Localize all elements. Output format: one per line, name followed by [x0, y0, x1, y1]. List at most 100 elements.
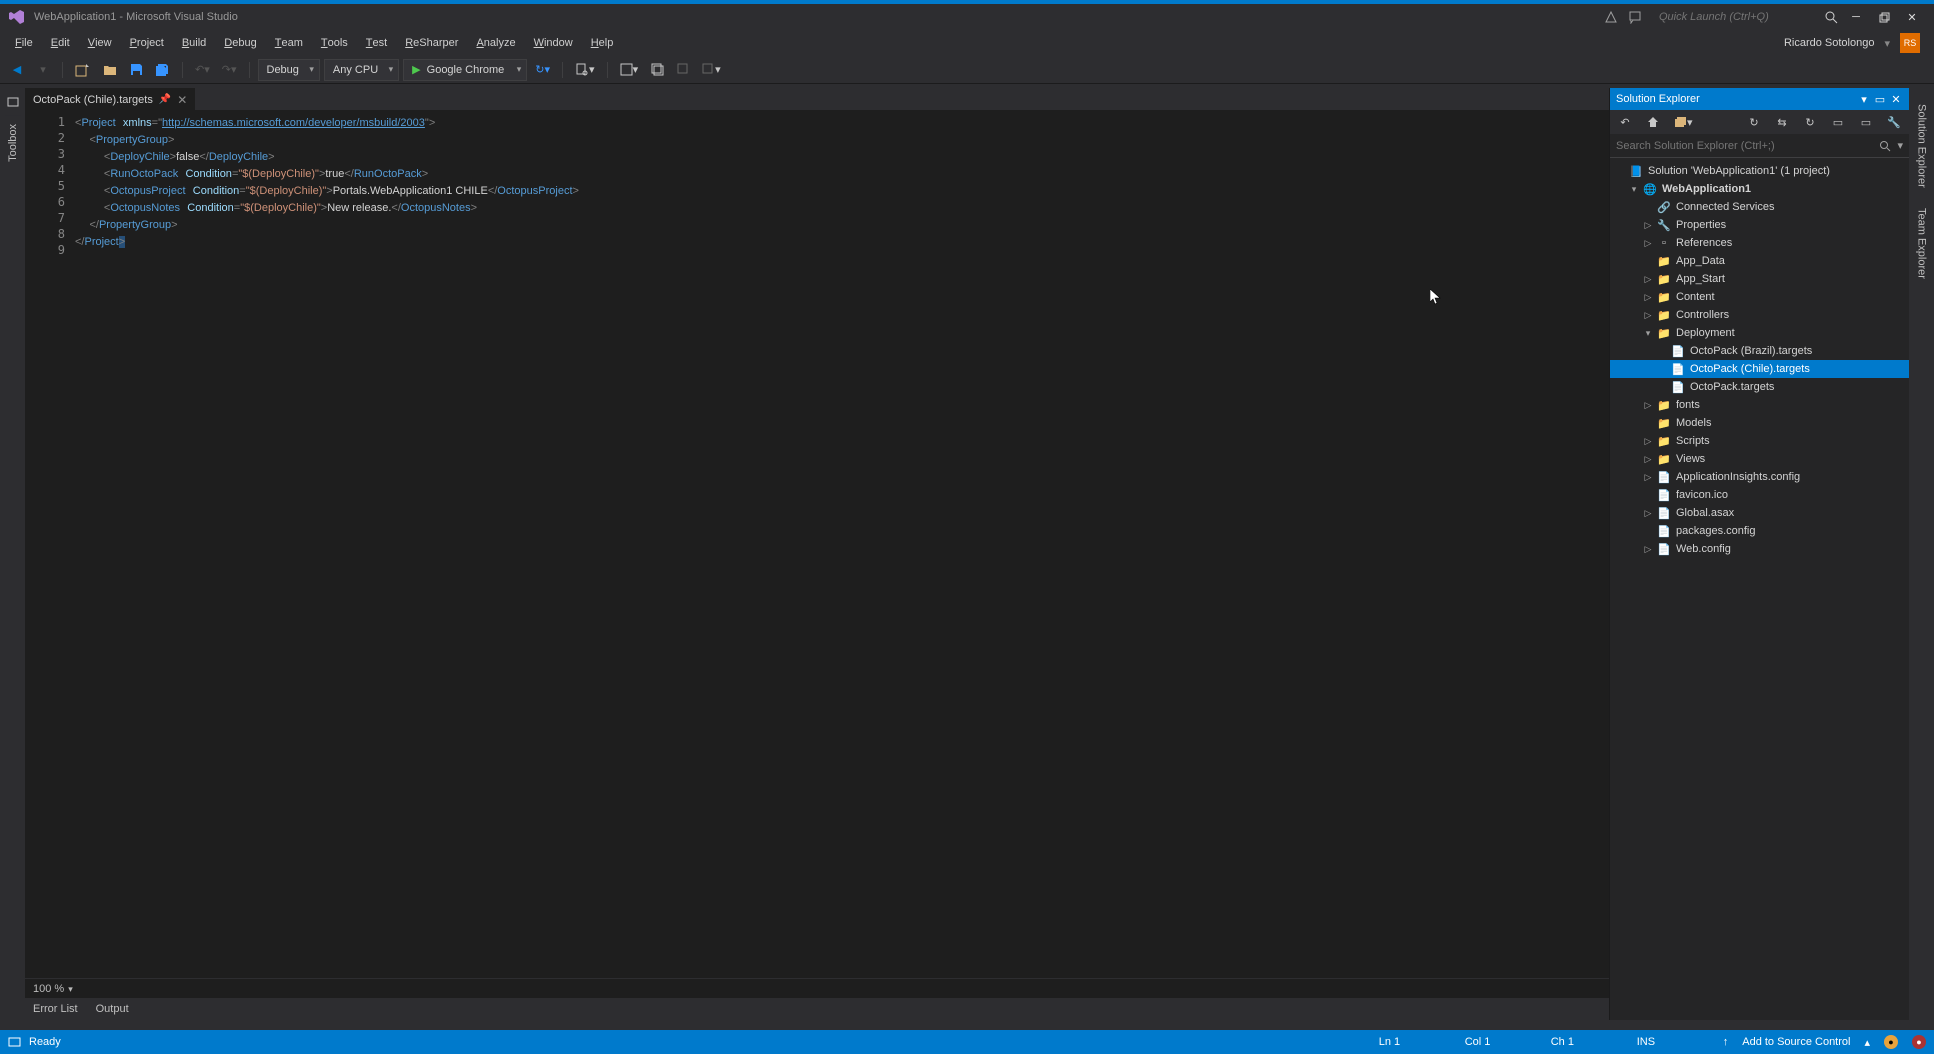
expander-icon[interactable]: ▷ [1642, 292, 1654, 303]
feedback-icon[interactable] [1624, 6, 1646, 28]
undo-button[interactable]: ↶▾ [191, 59, 214, 81]
status-badge-error[interactable]: ● [1912, 1035, 1926, 1049]
tree-item-content[interactable]: ▷📁Content [1610, 288, 1909, 306]
solution-search-input[interactable] [1616, 140, 1873, 152]
tree-item-fonts[interactable]: ▷📁fonts [1610, 396, 1909, 414]
menu-test[interactable]: Test [357, 30, 396, 56]
close-button[interactable]: ✕ [1898, 6, 1926, 28]
menu-resharper[interactable]: ReSharper [396, 30, 467, 56]
solution-root[interactable]: 📘Solution 'WebApplication1' (1 project) [1610, 162, 1909, 180]
solution-explorer-rail-tab[interactable]: Solution Explorer [1914, 96, 1930, 196]
sol-sync-icon[interactable]: ▾ [1670, 111, 1697, 133]
start-button[interactable]: ▶Google Chrome [403, 59, 527, 81]
nav-fwd-button[interactable]: ▾ [32, 59, 54, 81]
bottom-tab-output[interactable]: Output [96, 1003, 129, 1015]
tree-item-octopack-chile-targets[interactable]: 📄OctoPack (Chile).targets [1610, 360, 1909, 378]
source-control-up-icon[interactable]: ↑ [1723, 1036, 1729, 1048]
save-all-button[interactable] [151, 59, 174, 81]
panel-pin-icon[interactable]: ▭ [1873, 93, 1887, 106]
menu-team[interactable]: Team [266, 30, 312, 56]
tb-icon-4[interactable]: ▾ [698, 59, 725, 81]
tree-item-models[interactable]: 📁Models [1610, 414, 1909, 432]
code-body[interactable]: <Project xmlns="http://schemas.microsoft… [75, 110, 1609, 978]
status-badge-warn[interactable]: ● [1884, 1035, 1898, 1049]
menu-view[interactable]: View [79, 30, 121, 56]
quick-launch-search-icon[interactable] [1820, 6, 1842, 28]
tree-item-favicon-ico[interactable]: 📄favicon.ico [1610, 486, 1909, 504]
menu-analyze[interactable]: Analyze [467, 30, 524, 56]
minimize-button[interactable]: ─ [1842, 6, 1870, 28]
zoom-dropdown[interactable]: 100 % [33, 983, 73, 995]
tree-item-octopack-brazil-targets[interactable]: 📄OctoPack (Brazil).targets [1610, 342, 1909, 360]
menu-project[interactable]: Project [121, 30, 173, 56]
sol-collapse-icon[interactable]: ⇆ [1771, 111, 1793, 133]
search-icon[interactable] [1879, 140, 1891, 152]
tree-item-web-config[interactable]: ▷📄Web.config [1610, 540, 1909, 558]
nav-back-button[interactable]: ◀ [6, 59, 28, 81]
expander-icon[interactable]: ▷ [1642, 508, 1654, 519]
expander-icon[interactable]: ▾ [1628, 184, 1640, 195]
bottom-tab-error-list[interactable]: Error List [33, 1003, 78, 1015]
tab-octopack-chile[interactable]: OctoPack (Chile).targets 📌 ✕ [25, 88, 195, 110]
expander-icon[interactable]: ▾ [1642, 328, 1654, 339]
tree-item-references[interactable]: ▷▫References [1610, 234, 1909, 252]
menu-tools[interactable]: Tools [312, 30, 357, 56]
user-avatar[interactable]: RS [1900, 33, 1920, 53]
expander-icon[interactable]: ▷ [1642, 238, 1654, 249]
config-dropdown[interactable]: Debug [258, 59, 320, 81]
sol-home-icon[interactable] [1642, 111, 1664, 133]
expander-icon[interactable]: ▷ [1642, 220, 1654, 231]
notifications-icon[interactable] [1600, 6, 1622, 28]
close-tab-icon[interactable]: ✕ [177, 93, 187, 107]
team-explorer-rail-tab[interactable]: Team Explorer [1914, 200, 1930, 287]
menu-file[interactable]: File [6, 30, 42, 56]
tree-item-octopack-targets[interactable]: 📄OctoPack.targets [1610, 378, 1909, 396]
tb-icon-2[interactable] [646, 59, 668, 81]
menu-build[interactable]: Build [173, 30, 215, 56]
expander-icon[interactable]: ▷ [1642, 400, 1654, 411]
toolbox-pin-icon[interactable] [2, 92, 24, 114]
browser-refresh-button[interactable]: ↻▾ [531, 59, 554, 81]
tree-item-controllers[interactable]: ▷📁Controllers [1610, 306, 1909, 324]
maximize-button[interactable] [1870, 6, 1898, 28]
platform-dropdown[interactable]: Any CPU [324, 59, 399, 81]
menu-window[interactable]: Window [525, 30, 582, 56]
tree-item-views[interactable]: ▷📁Views [1610, 450, 1909, 468]
tb-icon-1[interactable]: ▾ [616, 59, 643, 81]
status-source-control[interactable]: Add to Source Control [1742, 1036, 1850, 1048]
toolbox-rail-tab[interactable]: Toolbox [5, 116, 21, 170]
expander-icon[interactable]: ▷ [1642, 310, 1654, 321]
menu-edit[interactable]: Edit [42, 30, 79, 56]
redo-button[interactable]: ↷▾ [218, 59, 241, 81]
find-in-files-button[interactable]: ▾ [571, 59, 599, 81]
search-dropdown-icon[interactable]: ▾ [1897, 139, 1903, 152]
source-control-dropdown-icon[interactable]: ▴ [1864, 1036, 1870, 1049]
tree-item-packages-config[interactable]: 📄packages.config [1610, 522, 1909, 540]
panel-dropdown-icon[interactable]: ▾ [1857, 93, 1871, 106]
expander-icon[interactable]: ▷ [1642, 454, 1654, 465]
open-file-button[interactable] [99, 59, 121, 81]
sol-back-icon[interactable]: ↶ [1614, 111, 1636, 133]
user-name[interactable]: Ricardo Sotolongo [1784, 37, 1875, 49]
tree-item-properties[interactable]: ▷🔧Properties [1610, 216, 1909, 234]
panel-close-icon[interactable]: ✕ [1889, 93, 1903, 106]
code-editor[interactable]: 123456789 <Project xmlns="http://schemas… [25, 110, 1609, 978]
save-button[interactable] [125, 59, 147, 81]
sol-refresh-icon[interactable]: ↻ [1743, 111, 1765, 133]
tree-item-deployment[interactable]: ▾📁Deployment [1610, 324, 1909, 342]
expander-icon[interactable]: ▷ [1642, 544, 1654, 555]
sol-showall-icon[interactable]: ↻ [1799, 111, 1821, 133]
tree-item-app-data[interactable]: 📁App_Data [1610, 252, 1909, 270]
tb-icon-3[interactable] [672, 59, 694, 81]
new-project-button[interactable] [71, 59, 95, 81]
expander-icon[interactable]: ▷ [1642, 472, 1654, 483]
tree-item-connected-services[interactable]: 🔗Connected Services [1610, 198, 1909, 216]
solution-tree[interactable]: 📘Solution 'WebApplication1' (1 project) ▾… [1610, 158, 1909, 1020]
menu-help[interactable]: Help [582, 30, 623, 56]
menu-debug[interactable]: Debug [215, 30, 265, 56]
tree-item-applicationinsights-config[interactable]: ▷📄ApplicationInsights.config [1610, 468, 1909, 486]
sol-properties-icon[interactable]: 🔧 [1883, 111, 1905, 133]
user-dropdown-icon[interactable]: ▾ [1884, 37, 1890, 50]
sol-icon-b[interactable]: ▭ [1855, 111, 1877, 133]
pin-icon[interactable]: 📌 [159, 94, 171, 105]
